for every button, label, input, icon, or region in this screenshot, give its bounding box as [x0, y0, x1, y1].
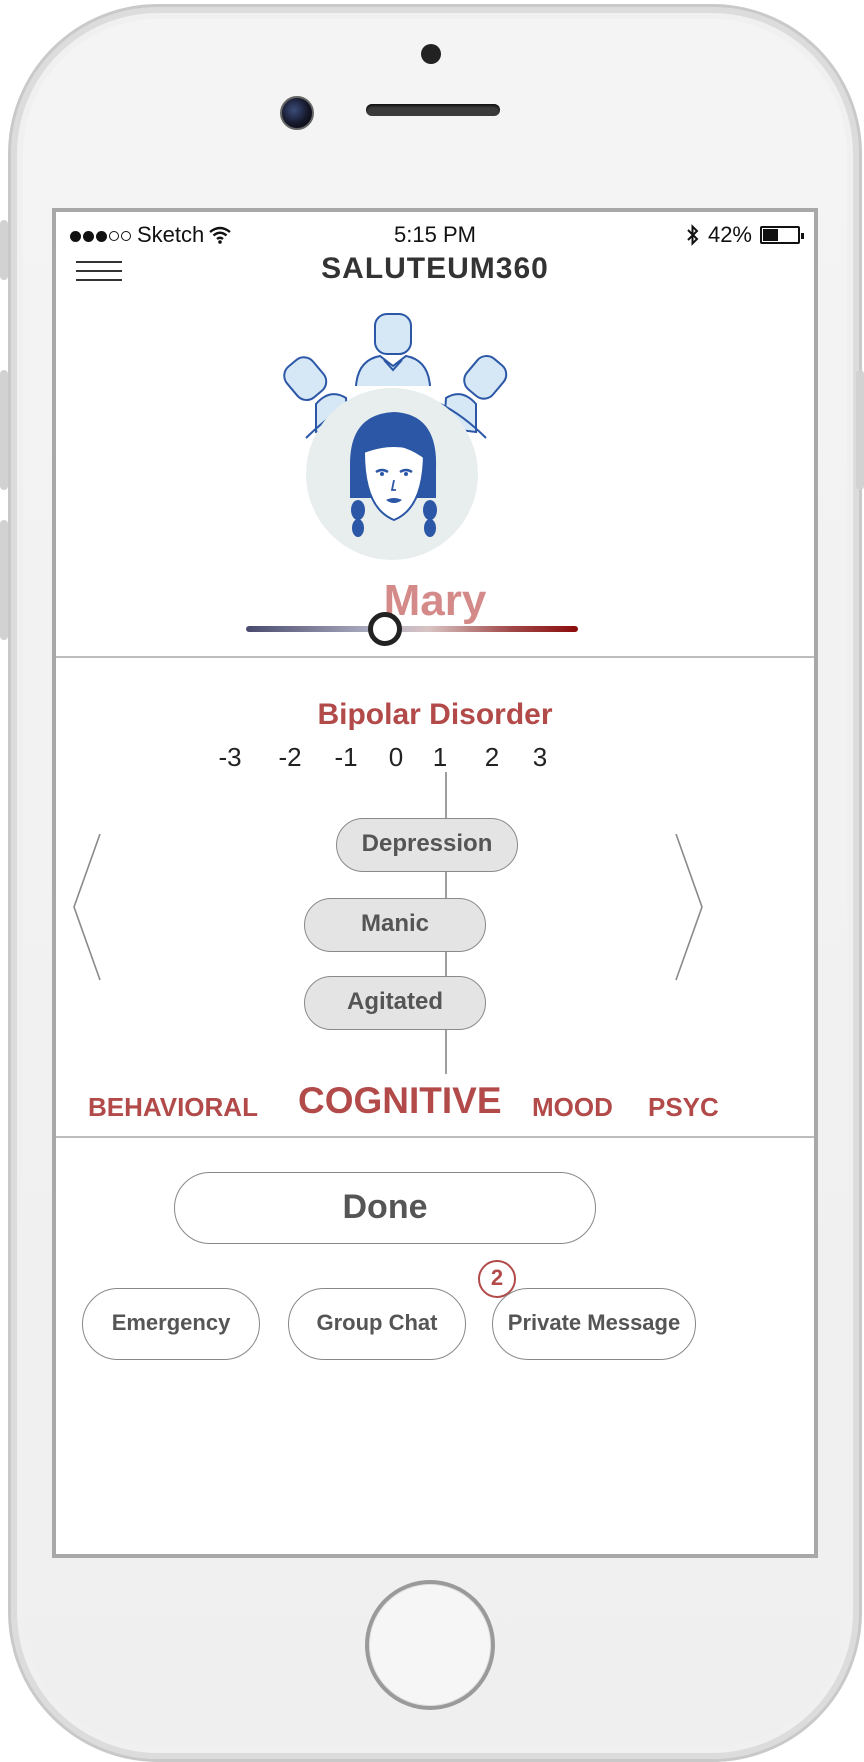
symptom-pill-depression[interactable]: Depression	[336, 818, 518, 872]
mood-slider-track[interactable]	[246, 626, 578, 632]
tab-behavioral[interactable]: BEHAVIORAL	[88, 1092, 258, 1123]
scale-tick: -1	[334, 742, 358, 772]
done-button[interactable]: Done	[174, 1172, 596, 1244]
symptom-pill-manic[interactable]: Manic	[304, 898, 486, 952]
app-title: SALUTEUM360	[321, 252, 549, 285]
status-bar: Sketch 5:15 PM 42%	[56, 212, 814, 256]
mood-slider-thumb[interactable]	[368, 612, 403, 646]
avatar[interactable]	[306, 388, 478, 560]
battery-percent: 42%	[707, 222, 752, 247]
emergency-button[interactable]: Emergency	[82, 1288, 260, 1360]
group-chat-button[interactable]: Group Chat	[288, 1288, 466, 1360]
front-camera	[280, 96, 314, 130]
proximity-sensor	[421, 44, 441, 64]
scale-tick: 1	[432, 742, 448, 772]
condition-title: Bipolar Disorder	[317, 698, 553, 731]
home-button[interactable]	[365, 1580, 495, 1710]
patient-name: Mary	[383, 576, 487, 625]
chevron-left-icon[interactable]	[70, 832, 104, 982]
divider-top	[56, 656, 814, 658]
status-right: 42%	[686, 222, 804, 248]
scale-tick: 2	[484, 742, 500, 772]
volume-up-button	[0, 370, 8, 490]
volume-down-button	[0, 520, 8, 640]
chevron-right-icon[interactable]	[672, 832, 706, 982]
woman-avatar-icon	[350, 412, 437, 537]
battery-icon	[760, 226, 804, 244]
divider-bottom	[56, 1136, 814, 1138]
power-button	[856, 370, 864, 490]
scale-tick: 3	[532, 742, 548, 772]
tab-cognitive[interactable]: COGNITIVE	[298, 1080, 502, 1122]
screen: Sketch 5:15 PM 42% SALUTEUM360 Mary Bipo…	[52, 208, 818, 1558]
scale-tick: -3	[218, 742, 242, 772]
bluetooth-icon	[687, 224, 699, 246]
tab-mood[interactable]: MOOD	[532, 1092, 613, 1123]
private-message-button[interactable]: Private Message	[492, 1288, 696, 1360]
mute-switch	[0, 220, 8, 280]
scale-tick: 0	[388, 742, 404, 772]
symptom-pill-agitated[interactable]: Agitated	[304, 976, 486, 1030]
earpiece-speaker	[366, 104, 500, 116]
scale-tick: -2	[278, 742, 302, 772]
tab-psyc[interactable]: PSYC	[648, 1092, 719, 1123]
